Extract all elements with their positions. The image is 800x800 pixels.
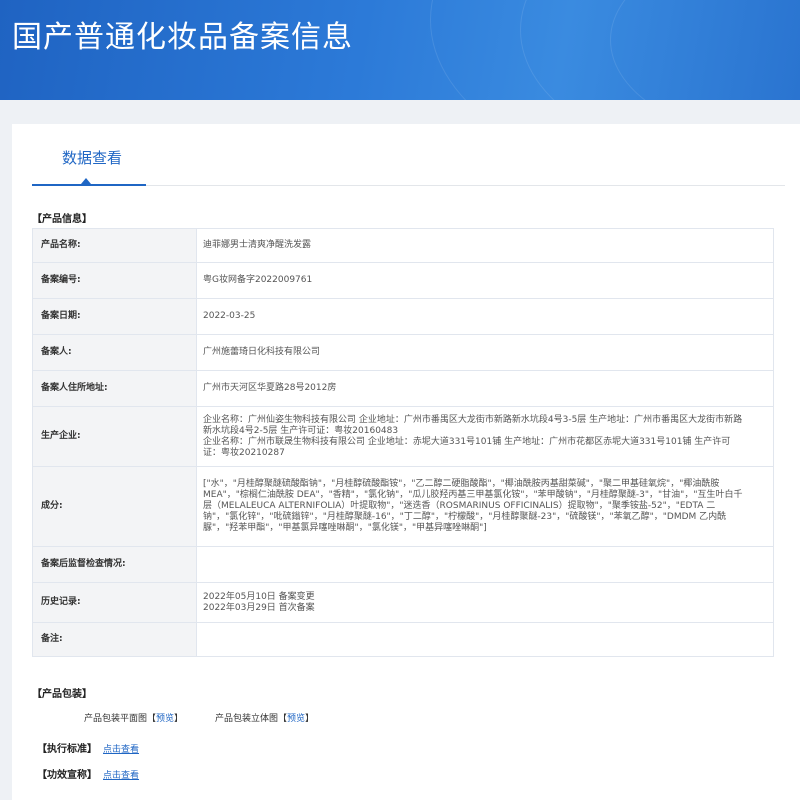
- row-label: 备案日期:: [32, 298, 197, 335]
- row-value: 2022-03-25: [196, 298, 774, 335]
- row-value: 广州市天河区华夏路28号2012房: [196, 370, 774, 407]
- standard-title: 【执行标准】: [37, 744, 97, 755]
- tab-label: 数据查看: [62, 149, 123, 167]
- row-label: 历史记录:: [32, 582, 197, 623]
- packaging-item-3d: 产品包装立体图【预览】: [215, 711, 314, 724]
- table-row: 历史记录: 2022年05月10日 备案变更 2022年03月29日 首次备案: [32, 582, 774, 623]
- table-row: 备案编号: 粤G妆网备字2022009761: [32, 262, 774, 299]
- row-value: 广州施蕾琦日化科技有限公司: [196, 334, 774, 371]
- row-value: ["水"，"月桂醇聚醚硫酸酯钠"，"月桂醇硫酸酯铵"，"乙二醇二硬脂酸酯"，"椰…: [196, 466, 774, 547]
- table-row: 生产企业: 企业名称：广州仙姿生物科技有限公司 企业地址：广州市番禺区大龙街市新…: [32, 406, 774, 467]
- page-banner: 国产普通化妆品备案信息: [0, 0, 800, 100]
- tab-active-caret-icon: [81, 178, 91, 184]
- packaging-item-flat: 产品包装平面图【预览】: [84, 711, 183, 724]
- row-label: 备案编号:: [32, 262, 197, 299]
- row-label: 备案后监督检查情况:: [32, 546, 197, 583]
- row-label: 产品名称:: [32, 228, 197, 263]
- row-value: 粤G妆网备字2022009761: [196, 262, 774, 299]
- banner-decoration: [610, 0, 800, 100]
- packaging-item-label: 产品包装平面图: [84, 714, 148, 724]
- table-row: 成分: ["水"，"月桂醇聚醚硫酸酯钠"，"月桂醇硫酸酯铵"，"乙二醇二硬脂酸酯…: [32, 466, 774, 547]
- standard-row: 【执行标准】 点击查看: [37, 740, 139, 755]
- product-info-title: 【产品信息】: [32, 214, 92, 225]
- preview-bracket-right: 】: [305, 714, 315, 724]
- efficacy-title: 【功效宣称】: [37, 770, 97, 781]
- standard-view-link[interactable]: 点击查看: [103, 745, 139, 755]
- table-row: 备案人住所地址: 广州市天河区华夏路28号2012房: [32, 370, 774, 407]
- preview-bracket-left: 【: [147, 714, 157, 724]
- preview-link-3d[interactable]: 预览: [287, 714, 305, 724]
- row-label: 备案人住所地址:: [32, 370, 197, 407]
- row-value: 企业名称：广州仙姿生物科技有限公司 企业地址：广州市番禺区大龙街市新路新水坑段4…: [196, 406, 774, 467]
- product-info-table: 产品名称: 迪菲娜男士清爽净醒洗发露 备案编号: 粤G妆网备字202200976…: [32, 228, 774, 657]
- preview-bracket-left: 【: [278, 714, 288, 724]
- packaging-title: 【产品包装】: [32, 689, 92, 700]
- row-value: 迪菲娜男士清爽净醒洗发露: [196, 228, 774, 263]
- efficacy-row: 【功效宣称】 点击查看: [37, 766, 139, 781]
- tab-data-view[interactable]: 数据查看: [32, 124, 146, 186]
- row-value: [196, 622, 774, 657]
- table-row: 备案后监督检查情况:: [32, 546, 774, 583]
- content-panel: 数据查看 【产品信息】 产品名称: 迪菲娜男士清爽净醒洗发露 备案编号: 粤G妆…: [12, 124, 800, 800]
- tab-bar: 数据查看: [32, 124, 785, 186]
- table-row: 备案人: 广州施蕾琦日化科技有限公司: [32, 334, 774, 371]
- row-label: 备案人:: [32, 334, 197, 371]
- row-label: 备注:: [32, 622, 197, 657]
- row-label: 生产企业:: [32, 406, 197, 467]
- row-value: [196, 546, 774, 583]
- row-label: 成分:: [32, 466, 197, 547]
- packaging-item-label: 产品包装立体图: [215, 714, 279, 724]
- table-row: 备注:: [32, 622, 774, 657]
- preview-bracket-right: 】: [174, 714, 184, 724]
- efficacy-view-link[interactable]: 点击查看: [103, 771, 139, 781]
- page-title: 国产普通化妆品备案信息: [12, 20, 353, 55]
- table-row: 备案日期: 2022-03-25: [32, 298, 774, 335]
- preview-link-flat[interactable]: 预览: [156, 714, 174, 724]
- row-value: 2022年05月10日 备案变更 2022年03月29日 首次备案: [196, 582, 774, 623]
- table-row: 产品名称: 迪菲娜男士清爽净醒洗发露: [32, 228, 774, 263]
